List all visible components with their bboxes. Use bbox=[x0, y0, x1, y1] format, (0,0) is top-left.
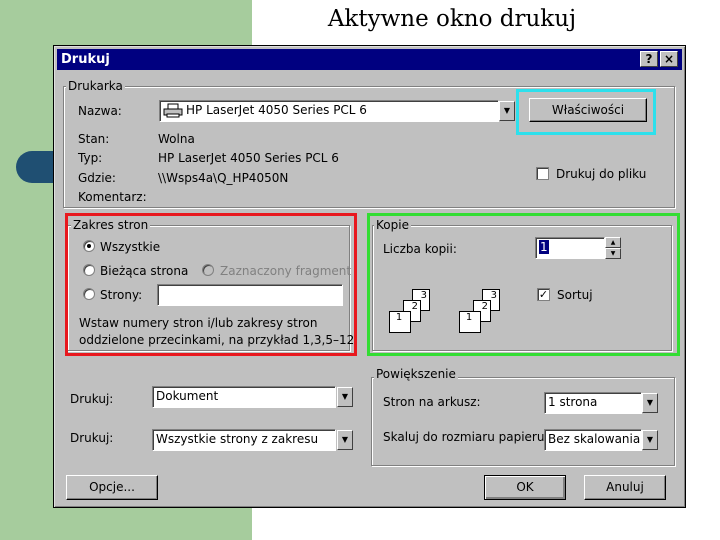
print-what-value: Dokument bbox=[156, 389, 219, 403]
zoom-label: Powiększenie bbox=[374, 367, 458, 381]
page-range-highlight bbox=[65, 213, 357, 356]
dropdown-arrow-icon[interactable]: ▼ bbox=[642, 393, 658, 413]
dropdown-arrow-icon[interactable]: ▼ bbox=[499, 101, 515, 121]
where-value: \\Wsps4a\Q_HP4050N bbox=[158, 171, 289, 185]
print-range-value: Wszystkie strony z zakresu bbox=[156, 432, 319, 446]
type-value: HP LaserJet 4050 Series PCL 6 bbox=[158, 151, 339, 165]
dropdown-arrow-icon[interactable]: ▼ bbox=[337, 387, 353, 407]
type-label: Typ: bbox=[78, 151, 103, 165]
print-to-file-label[interactable]: Drukuj do pliku bbox=[556, 167, 646, 181]
status-label: Stan: bbox=[78, 132, 110, 146]
pages-per-sheet-label: Stron na arkusz: bbox=[383, 395, 481, 409]
dropdown-arrow-icon[interactable]: ▼ bbox=[642, 430, 658, 450]
dropdown-arrow-icon[interactable]: ▼ bbox=[337, 430, 353, 450]
dialog-title: Drukuj bbox=[61, 52, 110, 67]
properties-highlight bbox=[516, 89, 656, 135]
print-what-label: Drukuj: bbox=[70, 392, 114, 406]
pages-per-sheet-value: 1 strona bbox=[548, 395, 598, 409]
print-dialog: Drukuj ? × Drukarka Nazwa: HP LaserJet 4… bbox=[53, 45, 686, 508]
zoom-group bbox=[371, 377, 675, 466]
status-value: Wolna bbox=[158, 132, 195, 146]
scale-value: Bez skalowania bbox=[548, 432, 641, 446]
printer-group-label: Drukarka bbox=[66, 79, 125, 93]
printer-icon bbox=[163, 103, 183, 118]
close-button[interactable]: × bbox=[660, 51, 678, 67]
scale-select[interactable]: Bez skalowania bbox=[544, 429, 642, 451]
print-range-label: Drukuj: bbox=[70, 431, 114, 445]
pages-per-sheet-select[interactable]: 1 strona bbox=[544, 392, 642, 414]
print-to-file-checkbox[interactable] bbox=[536, 167, 549, 180]
help-button[interactable]: ? bbox=[640, 51, 658, 67]
comment-label: Komentarz: bbox=[78, 190, 147, 204]
printer-name-label: Nazwa: bbox=[78, 104, 122, 118]
ok-button[interactable]: OK bbox=[484, 475, 566, 500]
printer-name-value: HP LaserJet 4050 Series PCL 6 bbox=[186, 103, 367, 117]
dialog-titlebar[interactable]: Drukuj bbox=[57, 49, 682, 70]
where-label: Gdzie: bbox=[78, 171, 116, 185]
print-what-select[interactable]: Dokument bbox=[152, 386, 336, 408]
print-range-select[interactable]: Wszystkie strony z zakresu bbox=[152, 429, 336, 451]
options-button[interactable]: Opcje... bbox=[66, 475, 158, 500]
slide-title: Aktywne okno drukuj bbox=[327, 6, 577, 32]
cancel-button[interactable]: Anuluj bbox=[584, 475, 666, 500]
printer-name-select[interactable]: HP LaserJet 4050 Series PCL 6 bbox=[159, 100, 499, 122]
scale-label: Skaluj do rozmiaru papieru: bbox=[383, 430, 549, 444]
copies-highlight bbox=[367, 213, 680, 356]
